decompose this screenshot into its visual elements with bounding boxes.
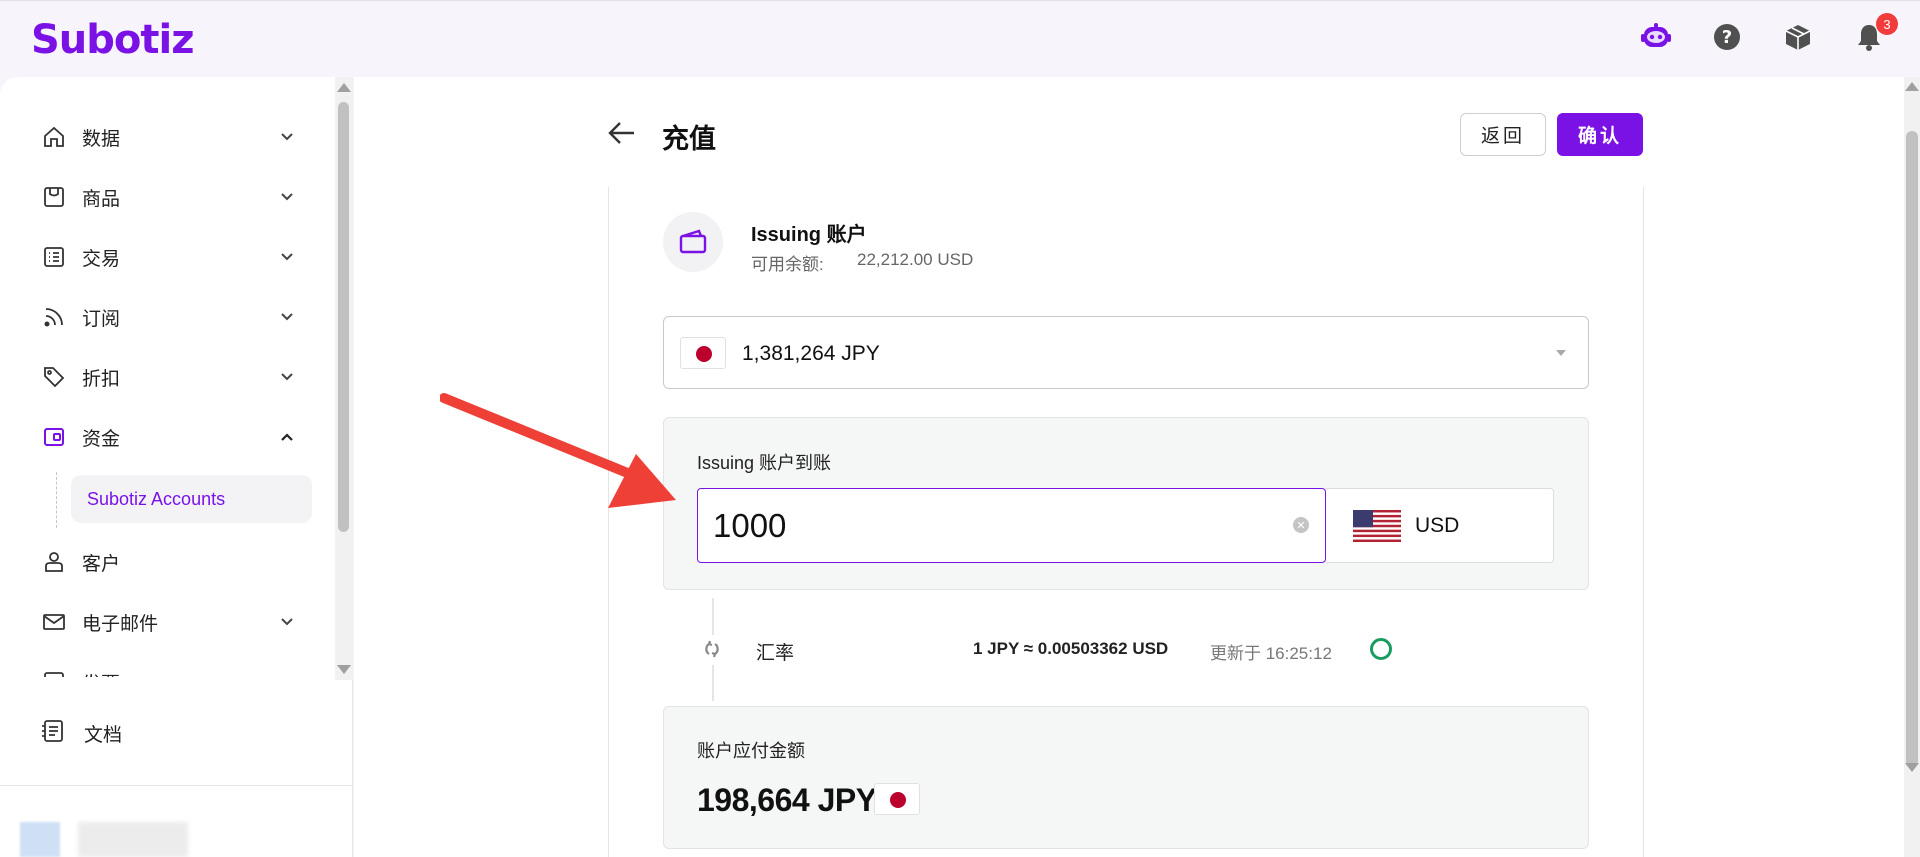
svg-text:?: ? <box>1722 27 1732 48</box>
scroll-down-icon[interactable] <box>1905 763 1919 772</box>
assistant-bot-icon[interactable] <box>1641 22 1671 52</box>
sidebar-item-invoices[interactable]: 发票 <box>40 662 300 677</box>
sidebar-item-label: 资金 <box>82 428 121 450</box>
store-icon <box>40 183 68 211</box>
chevron-down-icon <box>280 189 294 207</box>
sidebar-item-email[interactable]: 电子邮件 <box>40 602 300 642</box>
sidebar-item-label: 发票 <box>82 669 120 678</box>
source-account-value: 1,381,264 JPY <box>742 342 880 365</box>
chevron-down-icon <box>280 129 294 147</box>
rate-value: 1 JPY ≈ 0.00503362 USD <box>973 639 1169 658</box>
sidebar-item-data[interactable]: 数据 <box>40 117 300 157</box>
receive-currency: USD <box>1415 514 1460 537</box>
sidebar-scrollbar-thumb[interactable] <box>338 102 349 532</box>
payable-card <box>663 706 1589 849</box>
subotiz-logo[interactable]: Subotiz <box>31 17 195 63</box>
back-button[interactable]: 返回 <box>1460 113 1546 156</box>
sidebar-nav: 数据 商品 交易 订阅 折扣 资金 Subotiz Accounts 客户 电子… <box>0 77 335 677</box>
receive-label: Issuing 账户到账 <box>697 453 832 473</box>
submenu-guide-line <box>56 472 57 528</box>
chevron-down-icon <box>280 674 294 677</box>
help-icon[interactable]: ? <box>1712 22 1742 52</box>
confirm-button[interactable]: 确认 <box>1557 113 1643 156</box>
sidebar-item-label: 订阅 <box>82 308 121 330</box>
wallet-icon <box>40 423 68 451</box>
sidebar: 数据 商品 交易 订阅 折扣 资金 Subotiz Accounts 客户 电子… <box>0 77 353 857</box>
annotation-arrow-icon <box>439 392 680 517</box>
japan-flag-icon <box>680 337 726 369</box>
us-flag-icon <box>1353 510 1401 547</box>
panel-border-right <box>1643 187 1644 857</box>
chevron-down-icon <box>280 249 294 267</box>
home-icon <box>40 123 68 151</box>
chevron-down-icon <box>280 614 294 632</box>
notification-badge: 3 <box>1876 13 1898 35</box>
timeline-line <box>712 665 714 701</box>
balance-label: 可用余额: <box>751 255 824 274</box>
exchange-icon <box>701 638 723 665</box>
payable-label: 账户应付金额 <box>697 741 805 761</box>
chevron-down-icon <box>280 369 294 387</box>
sidebar-item-funds[interactable]: 资金 <box>40 417 300 457</box>
package-icon[interactable] <box>1783 22 1813 52</box>
sidebar-subitem-subotiz-accounts[interactable]: Subotiz Accounts <box>71 475 312 523</box>
invoice-icon <box>40 668 68 677</box>
main-scrollbar-thumb[interactable] <box>1906 131 1918 768</box>
sidebar-item-label: 客户 <box>82 553 121 575</box>
clear-input-icon[interactable]: ✕ <box>1293 517 1309 533</box>
timeline-line <box>712 598 714 635</box>
account-wallet-icon <box>663 212 723 272</box>
list-icon <box>40 243 68 271</box>
user-icon <box>40 548 68 576</box>
blurred-avatar <box>20 822 60 857</box>
chevron-up-icon <box>280 429 294 447</box>
sidebar-item-products[interactable]: 商品 <box>40 177 300 217</box>
sidebar-item-label: 文档 <box>84 724 123 746</box>
rss-icon <box>40 303 68 331</box>
panel-border-left <box>608 187 609 857</box>
blurred-account-info <box>78 822 188 857</box>
receive-amount-input[interactable] <box>697 488 1326 563</box>
payable-amount: 198,664 JPY <box>697 782 877 818</box>
sidebar-item-docs[interactable]: 文档 <box>40 713 122 753</box>
rate-updated-time: 更新于 16:25:12 <box>1210 644 1332 663</box>
sidebar-item-discounts[interactable]: 折扣 <box>40 357 300 397</box>
sidebar-item-label: 折扣 <box>82 368 121 390</box>
page-title: 充值 <box>662 124 716 154</box>
sidebar-item-customers[interactable]: 客户 <box>40 542 300 582</box>
sidebar-item-label: 交易 <box>82 248 121 270</box>
account-name: Issuing 账户 <box>751 224 867 246</box>
rate-label: 汇率 <box>756 643 795 664</box>
caret-down-icon[interactable] <box>1556 350 1566 356</box>
back-arrow-icon[interactable] <box>607 120 637 151</box>
chevron-down-icon <box>280 309 294 327</box>
document-icon <box>40 718 66 749</box>
scroll-up-icon[interactable] <box>337 83 351 92</box>
sidebar-item-label: 数据 <box>82 128 121 150</box>
tag-icon <box>40 363 68 391</box>
sidebar-item-label: 商品 <box>82 188 121 210</box>
top-bar: Subotiz <box>0 0 1920 77</box>
japan-flag-icon <box>874 783 920 815</box>
sidebar-item-transactions[interactable]: 交易 <box>40 237 300 277</box>
scroll-up-icon[interactable] <box>1905 82 1919 91</box>
sidebar-divider <box>0 785 353 786</box>
refresh-countdown-icon <box>1370 638 1392 660</box>
sidebar-item-subscriptions[interactable]: 订阅 <box>40 297 300 337</box>
sidebar-item-label: 电子邮件 <box>82 613 159 635</box>
balance-value: 22,212.00 USD <box>857 250 974 269</box>
mail-icon <box>40 608 68 636</box>
scroll-down-icon[interactable] <box>337 665 351 674</box>
